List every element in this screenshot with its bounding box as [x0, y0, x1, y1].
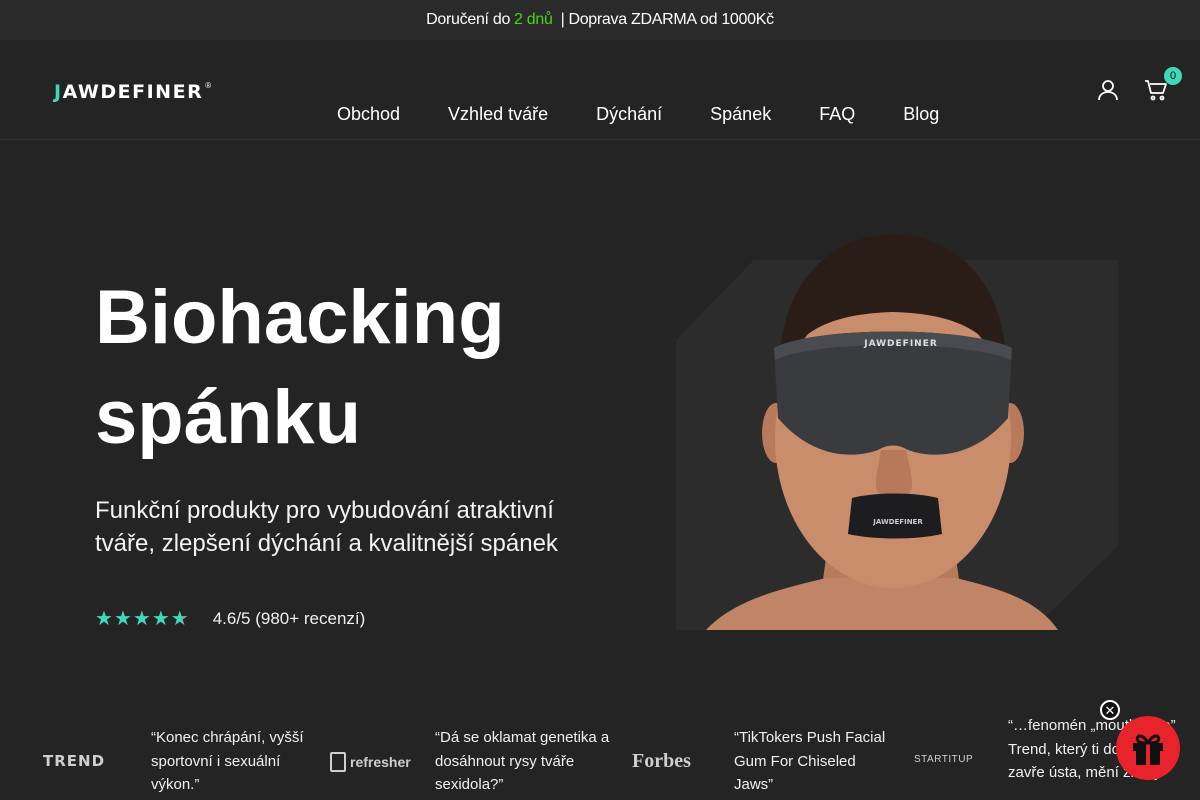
hero-image: JAWDEFINER JAWDEFINER	[676, 228, 1118, 630]
announcement-highlight: 2 dnů	[514, 11, 553, 28]
nav-item-faq[interactable]: FAQ	[795, 102, 879, 126]
rating-text: 4.6/5 (980+ recenzí)	[212, 609, 366, 628]
star-icon: ★	[151, 608, 170, 630]
logo-registered: ®	[205, 81, 212, 90]
nav-item-obchod[interactable]: Obchod	[313, 102, 424, 126]
header-icons: 0	[1094, 67, 1182, 104]
star-icon: ★	[95, 608, 113, 630]
cart-count-badge: 0	[1164, 67, 1182, 85]
announcement-text-1: Doručení do	[426, 11, 511, 28]
logo-text: JAWDEFINER	[54, 81, 203, 103]
press-quote-refresher: “Dá se oklamat genetika a dosáhnout rysy…	[435, 729, 610, 793]
nav-item-blog[interactable]: Blog	[879, 102, 963, 126]
refresher-icon	[330, 752, 346, 772]
logo-letter: J	[54, 81, 63, 103]
press-logo-startitup: STARTITUP	[914, 754, 974, 765]
press-quote-trend: “Konec chrápání, vyšší sportovní i sexuá…	[151, 729, 304, 793]
announcement-text-2: Doprava ZDARMA od 1000Kč	[568, 11, 774, 28]
gift-icon[interactable]	[1116, 716, 1180, 780]
star-icon: ★	[113, 608, 132, 630]
mask-logo-text: JAWDEFINER	[863, 339, 938, 349]
rating: ★ ★ ★ ★ ★ 4.6/5 (980+ recenzí)	[95, 607, 365, 631]
star-icon: ★	[132, 608, 151, 630]
close-widget-button[interactable]: ✕	[1100, 700, 1120, 720]
nav-item-vzhled-tvare[interactable]: Vzhled tváře	[424, 102, 572, 126]
press-logo-refresher-text: refresher	[350, 754, 411, 770]
tape-logo-text: JAWDEFINER	[872, 518, 923, 526]
main-nav: Obchod Vzhled tváře Dýchání Spánek FAQ B…	[313, 102, 963, 126]
press-logo-refresher: refresher	[330, 752, 411, 772]
hero-subtitle: Funkční produkty pro vybudování atraktiv…	[95, 497, 558, 557]
star-half-icon: ★	[170, 608, 189, 630]
hero-title-line1: Biohacking	[95, 275, 505, 360]
logo-rest: AWDEFINER	[62, 81, 204, 103]
announcement-bar: Doručení do 2 dnů | Doprava ZDARMA od 10…	[0, 0, 1200, 40]
user-icon[interactable]	[1094, 76, 1122, 104]
press-section: TREND “Konec chrápání, vyšší sportovní i…	[0, 690, 1200, 800]
logo[interactable]: JAWDEFINER ®	[54, 81, 211, 103]
press-logo-forbes: Forbes	[632, 750, 691, 772]
press-quote-forbes: “TikTokers Push Facial Gum For Chiseled …	[734, 729, 886, 793]
hero-title: Biohacking spánku	[95, 268, 615, 468]
press-logo-trend: TREND	[43, 752, 106, 770]
cart-icon[interactable]: 0	[1142, 67, 1182, 104]
announcement-separator: |	[560, 11, 565, 28]
hero-title-line2: spánku	[95, 375, 362, 460]
site-header: JAWDEFINER ® Obchod Vzhled tváře Dýchání…	[0, 40, 1200, 140]
nav-item-dychani[interactable]: Dýchání	[572, 102, 686, 126]
rating-stars: ★ ★ ★ ★ ★	[95, 607, 189, 631]
nav-item-spanek[interactable]: Spánek	[686, 102, 795, 126]
